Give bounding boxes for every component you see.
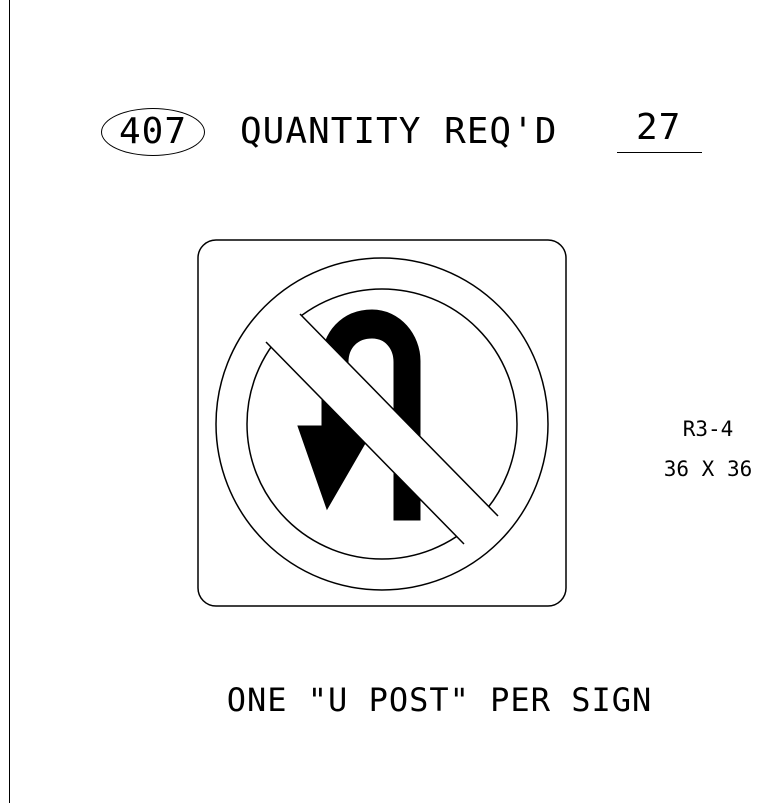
no-u-turn-sign xyxy=(197,239,567,607)
quantity-underline xyxy=(617,152,702,153)
sign-code: R3-4 xyxy=(682,417,734,441)
quantity-value: 27 xyxy=(636,107,682,148)
item-number: 407 xyxy=(118,111,188,152)
quantity-label: QUANTITY REQ'D xyxy=(240,111,558,152)
post-note: ONE "U POST" PER SIGN xyxy=(226,681,653,719)
sign-size: 36 X 36 xyxy=(663,457,753,481)
